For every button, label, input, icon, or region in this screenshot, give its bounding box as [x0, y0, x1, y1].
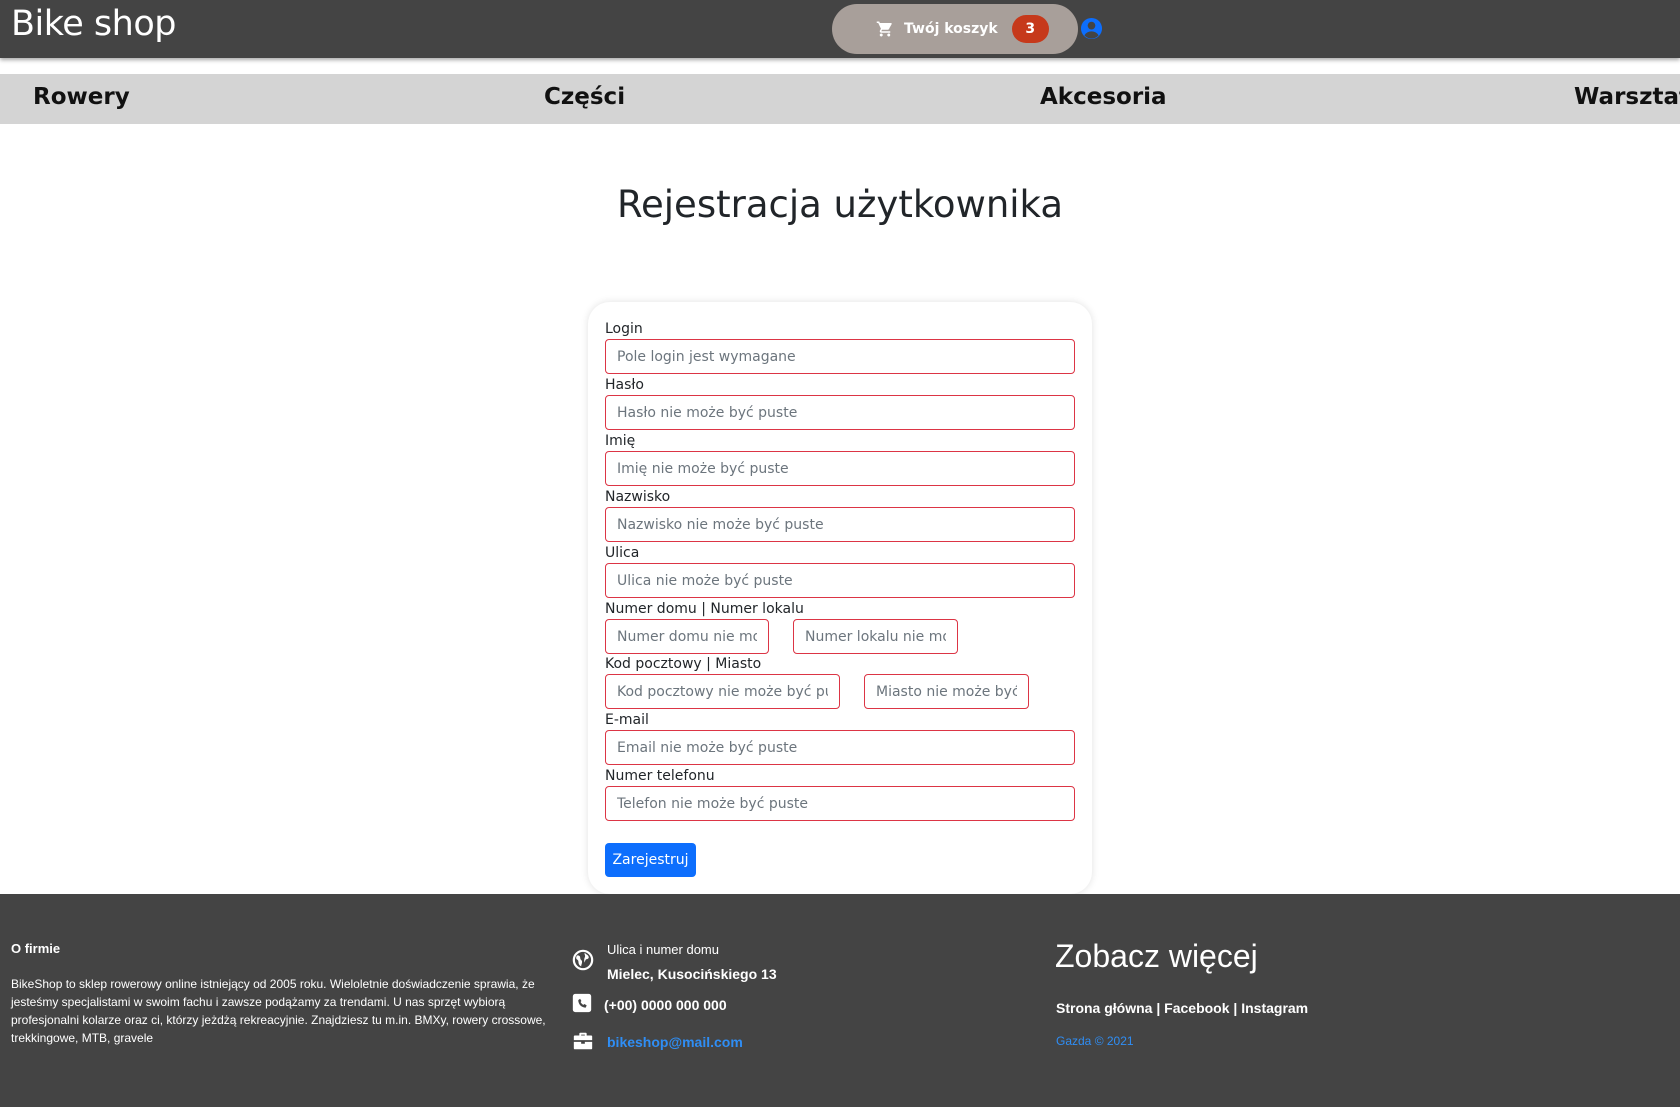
postal-code-input[interactable]	[605, 674, 840, 709]
password-input[interactable]	[605, 395, 1075, 430]
footer-link-instagram[interactable]: Instagram	[1241, 1000, 1308, 1016]
brand-logo[interactable]: Bike shop	[11, 4, 176, 44]
house-number-input[interactable]	[605, 619, 769, 654]
footer-address: Mielec, Kusocińskiego 13	[607, 966, 777, 982]
footer: O firmie BikeShop to sklep rowerowy onli…	[0, 894, 1680, 1107]
footer-link-facebook[interactable]: Facebook	[1164, 1000, 1229, 1016]
phone-icon	[572, 993, 592, 1013]
footer-phone: (+00) 0000 000 000	[604, 997, 727, 1013]
cart-icon	[876, 21, 892, 37]
user-circle-icon[interactable]	[1080, 17, 1103, 40]
phone-input[interactable]	[605, 786, 1075, 821]
email-input[interactable]	[605, 730, 1075, 765]
footer-about-title: O firmie	[11, 941, 61, 956]
lastname-input[interactable]	[605, 507, 1075, 542]
nav-item-warsztat[interactable]: Warsztat	[1574, 84, 1680, 110]
postal-city-label: Kod pocztowy | Miasto	[605, 656, 762, 672]
password-label: Hasło	[605, 377, 644, 393]
email-label: E-mail	[605, 712, 649, 728]
firstname-label: Imię	[605, 433, 636, 449]
cart-button[interactable]: Twój koszyk 3	[832, 4, 1078, 54]
cart-count-badge: 3	[1011, 15, 1049, 43]
top-bar: Bike shop Twój koszyk 3	[0, 0, 1680, 58]
firstname-input[interactable]	[605, 451, 1075, 486]
nav-item-rowery[interactable]: Rowery	[33, 84, 130, 110]
footer-about-text: BikeShop to sklep rowerowy online istnie…	[11, 977, 546, 1045]
footer-link-home[interactable]: Strona główna	[1056, 1000, 1152, 1016]
register-button[interactable]: Zarejestruj	[605, 843, 696, 877]
registration-form: Login Hasło Imię Nazwisko Ulica Numer do…	[588, 302, 1092, 894]
street-input[interactable]	[605, 563, 1075, 598]
footer-address-label: Ulica i numer domu	[607, 942, 719, 957]
city-input[interactable]	[864, 674, 1029, 709]
briefcase-icon	[573, 1032, 593, 1050]
page-title: Rejestracja użytkownika	[616, 183, 1064, 226]
lastname-label: Nazwisko	[605, 489, 671, 505]
footer-link-separator: |	[1156, 1000, 1165, 1016]
globe-icon	[572, 949, 594, 971]
footer-email-link[interactable]: bikeshop@mail.com	[607, 1034, 743, 1050]
nav-item-czesci[interactable]: Części	[544, 84, 625, 110]
cart-label: Twój koszyk	[904, 21, 998, 37]
house-apartment-label: Numer domu | Numer lokalu	[605, 601, 804, 617]
login-input[interactable]	[605, 339, 1075, 374]
footer-copyright: Gazda © 2021	[1056, 1034, 1134, 1048]
login-label: Login	[605, 321, 643, 337]
footer-more-title: Zobacz więcej	[1055, 938, 1258, 974]
nav-item-akcesoria[interactable]: Akcesoria	[1040, 84, 1167, 110]
footer-links: Strona główna | Facebook | Instagram	[1056, 1000, 1308, 1016]
street-label: Ulica	[605, 545, 640, 561]
apartment-number-input[interactable]	[793, 619, 958, 654]
phone-label: Numer telefonu	[605, 768, 715, 784]
category-nav: Rowery Części Akcesoria Warsztat	[0, 74, 1680, 124]
